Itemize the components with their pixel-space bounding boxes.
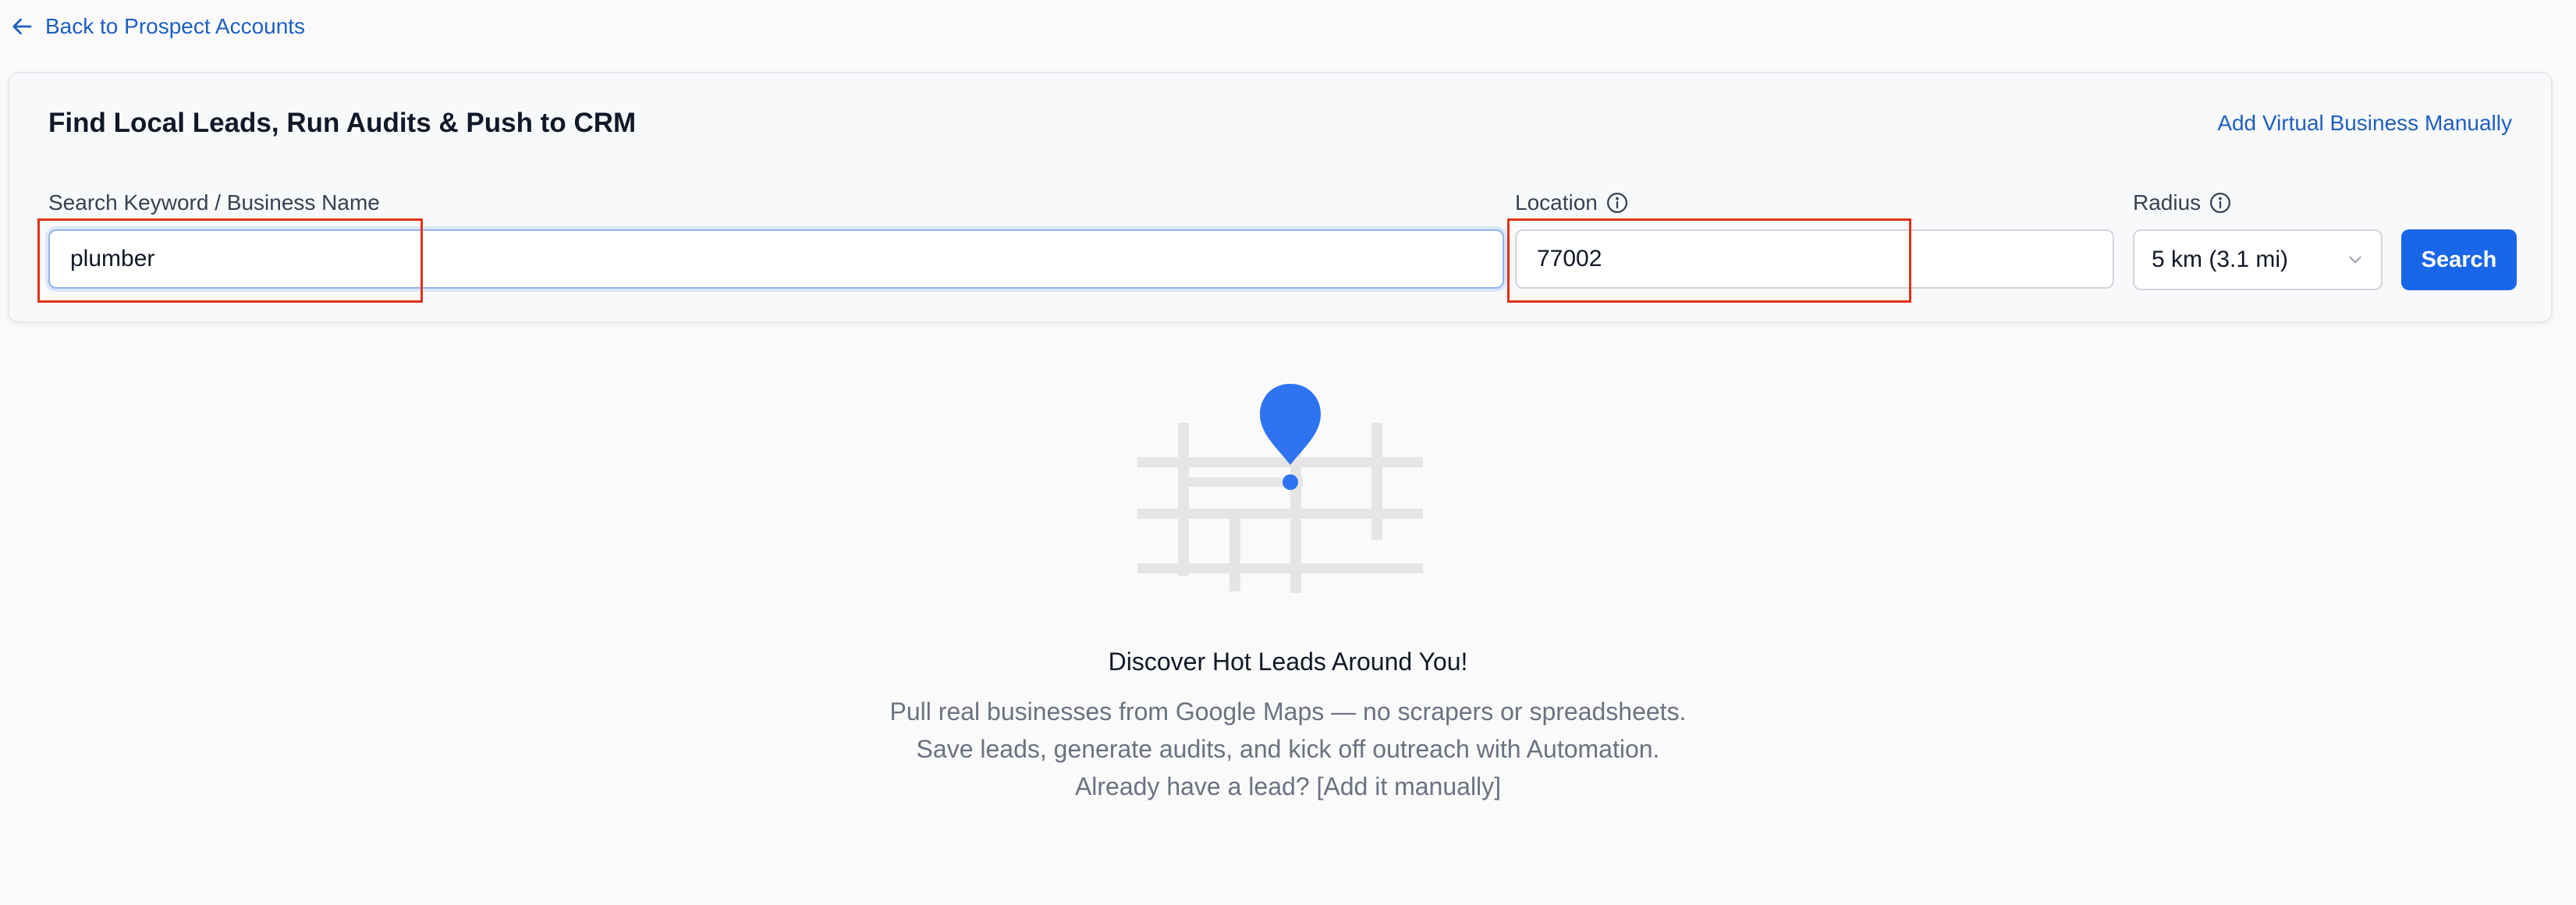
keyword-input[interactable]: plumber (48, 229, 1504, 289)
info-icon[interactable] (2209, 191, 2232, 215)
location-input[interactable]: 77002 (1515, 229, 2114, 289)
radius-label: Radius (2133, 190, 2232, 215)
location-input-value: 77002 (1537, 246, 1602, 272)
arrow-left-icon (12, 18, 32, 35)
map-pin-illustration (1137, 384, 1423, 593)
empty-state-line-3[interactable]: Already have a lead? [Add it manually] (0, 772, 2576, 801)
empty-state-title: Discover Hot Leads Around You! (1108, 648, 1468, 676)
chevron-down-icon (2349, 256, 2361, 264)
radius-label-text: Radius (2133, 190, 2202, 215)
search-button[interactable]: Search (2401, 229, 2517, 290)
map-pin-dot (1283, 474, 1298, 490)
map-pin-icon (1260, 384, 1321, 465)
keyword-input-value: plumber (70, 246, 155, 272)
add-virtual-business-link[interactable]: Add Virtual Business Manually (2217, 111, 2512, 136)
info-icon[interactable] (1606, 191, 1629, 215)
radius-select-value: 5 km (3.1 mi) (2152, 247, 2289, 272)
back-link-label: Back to Prospect Accounts (45, 14, 306, 38)
radius-select[interactable]: 5 km (3.1 mi) (2133, 229, 2383, 290)
back-to-prospect-accounts-link[interactable]: Back to Prospect Accounts (11, 14, 305, 39)
empty-state-line-2: Save leads, generate audits, and kick of… (916, 735, 1660, 763)
location-label: Location (1515, 190, 1629, 215)
empty-state-line-1: Pull real businesses from Google Maps — … (889, 697, 1687, 726)
lead-search-card: Find Local Leads, Run Audits & Push to C… (8, 72, 2553, 323)
keyword-label-text: Search Keyword / Business Name (48, 190, 380, 215)
keyword-label: Search Keyword / Business Name (48, 190, 380, 215)
card-title: Find Local Leads, Run Audits & Push to C… (48, 108, 637, 138)
location-label-text: Location (1515, 190, 1598, 215)
